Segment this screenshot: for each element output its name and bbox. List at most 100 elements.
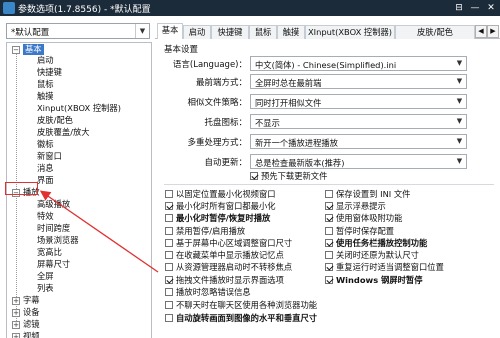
checkbox-box[interactable] xyxy=(250,172,258,180)
tab-mouse[interactable]: 鼠标 xyxy=(249,25,277,39)
option-checkbox[interactable]: 播放时忽略错误信息 xyxy=(165,287,251,298)
tree-item-scene-browser[interactable]: 场景浏览器 xyxy=(37,235,79,246)
option-checkbox[interactable]: 禁用暂停/启用播放 xyxy=(165,226,245,237)
checkbox-box[interactable] xyxy=(165,314,173,322)
tree-item-basic[interactable]: − 基本 xyxy=(12,44,44,55)
checkbox-box[interactable] xyxy=(325,190,333,198)
option-checkbox[interactable]: 最小化时暂停/恢复时播放 xyxy=(165,213,270,224)
checkbox-box[interactable] xyxy=(325,214,333,222)
checkbox-box[interactable] xyxy=(165,239,173,247)
tab-touch[interactable]: 触摸 xyxy=(277,25,305,39)
language-select[interactable]: 中文(简体) - Chinese(Simplified).ini ▼ xyxy=(250,56,467,71)
preload-update-checkbox[interactable]: 预先下载更新文件 xyxy=(250,171,327,182)
chevron-down-icon[interactable]: ▼ xyxy=(453,135,466,148)
checkbox-box[interactable] xyxy=(325,227,333,235)
checkbox-box[interactable] xyxy=(325,239,333,247)
option-checkbox[interactable]: Windows 钢屏时暂停 xyxy=(325,275,423,286)
tab-startup[interactable]: 启动 xyxy=(183,25,211,39)
profile-select[interactable]: *默认配置 ▼ xyxy=(6,23,150,39)
option-checkbox[interactable]: 暂停时保存配置 xyxy=(325,226,394,237)
checkbox-label: 播放时忽略错误信息 xyxy=(176,287,251,297)
multi-process-select[interactable]: 新开一个播放进程播放 ▼ xyxy=(250,134,467,149)
checkbox-box[interactable] xyxy=(325,276,333,284)
checkbox-box[interactable] xyxy=(165,251,173,259)
expand-icon[interactable]: + xyxy=(12,321,20,329)
tree-item-skin-overlay[interactable]: 皮肤覆盖/放大 xyxy=(37,127,90,138)
checkbox-box[interactable] xyxy=(165,263,173,271)
checkbox-box[interactable] xyxy=(325,251,333,259)
auto-update-select[interactable]: 总是检查最新版本(推荐) ▼ xyxy=(250,154,467,169)
option-checkbox[interactable]: 重复运行时适当调整窗口位置 xyxy=(325,262,444,273)
tree-item-mouse[interactable]: 鼠标 xyxy=(37,79,54,90)
tray-icon-select[interactable]: 不显示 ▼ xyxy=(250,114,467,129)
tree-item-label: 滤镜 xyxy=(23,319,40,329)
chevron-down-icon[interactable]: ▼ xyxy=(453,57,466,70)
tree-item-new-window[interactable]: 新窗口 xyxy=(37,151,62,162)
checkbox-box[interactable] xyxy=(165,202,173,210)
checkbox-box[interactable] xyxy=(165,227,173,235)
checkbox-label: 最小化时暂停/恢复时播放 xyxy=(176,213,271,223)
tree-item-messages[interactable]: 消息 xyxy=(37,163,54,174)
on-top-select[interactable]: 全屏时总在最前端 ▼ xyxy=(250,74,467,89)
tree-item-touch[interactable]: 触摸 xyxy=(37,91,54,102)
tree-item-aspect-ratio[interactable]: 宽高比 xyxy=(37,247,62,258)
expand-icon[interactable]: + xyxy=(12,297,20,305)
option-checkbox[interactable]: 不聊天时在聊天区使用各种浏览器功能 xyxy=(165,300,317,311)
tree-item-filters[interactable]: + 滤镜 xyxy=(12,319,40,330)
tab-skin[interactable]: 皮肤/配色 xyxy=(395,25,475,39)
chevron-down-icon[interactable]: ▼ xyxy=(453,95,466,108)
option-checkbox[interactable]: 从资源管理器启动时不转移焦点 xyxy=(165,262,292,273)
tree-item-playlist[interactable]: 列表 xyxy=(37,283,54,294)
close-button[interactable]: ✕ xyxy=(484,2,498,14)
chevron-down-icon[interactable]: ▼ xyxy=(453,75,466,88)
tree-item-time-span[interactable]: 时间跨度 xyxy=(37,223,70,234)
tree-item-skin[interactable]: 皮肤/配色 xyxy=(37,115,73,126)
tree-item-advanced-playback[interactable]: 高级播放 xyxy=(37,199,70,210)
tree-item-video[interactable]: + 视频 xyxy=(12,331,40,338)
option-checkbox[interactable]: 使用任务栏播放控制功能 xyxy=(325,238,427,249)
option-checkbox[interactable]: 使用窗体吸附功能 xyxy=(325,213,402,224)
tree-item-effects[interactable]: 特效 xyxy=(37,211,54,222)
chevron-down-icon[interactable]: ▼ xyxy=(453,155,466,168)
tree-item-interface[interactable]: 界面 xyxy=(37,175,54,186)
option-checkbox[interactable]: 自动旋转画面到图像的水平和垂直尺寸 xyxy=(165,313,317,324)
tree-item-startup[interactable]: 启动 xyxy=(37,55,54,66)
chevron-left-icon[interactable]: ◀ xyxy=(475,25,487,38)
tree-item-logo[interactable]: 徽标 xyxy=(37,139,54,150)
option-checkbox[interactable]: 最小化时所有窗口都最小化 xyxy=(165,201,276,212)
option-checkbox[interactable]: 拖拽文件播放时显示界面选项 xyxy=(165,275,284,286)
restore-icon[interactable]: ⊟ xyxy=(452,2,466,14)
tree-item-screen-size[interactable]: 屏幕尺寸 xyxy=(37,259,70,270)
option-checkbox[interactable]: 在收藏菜单中显示播放记忆点 xyxy=(165,250,284,261)
minimize-button[interactable]: — xyxy=(468,2,482,14)
checkbox-box[interactable] xyxy=(165,301,173,309)
expand-icon[interactable]: + xyxy=(12,309,20,317)
tab-strip: 基本 启动 快捷键 鼠标 触摸 XInput(XBOX 控制器) 皮肤/配色 ◀… xyxy=(155,23,500,39)
expand-icon[interactable]: + xyxy=(12,333,20,338)
checkbox-box[interactable] xyxy=(165,214,173,222)
option-checkbox[interactable]: 基于屏幕中心区域调整窗口尺寸 xyxy=(165,238,292,249)
chevron-down-icon[interactable]: ▼ xyxy=(135,24,149,38)
checkbox-box[interactable] xyxy=(165,190,173,198)
similar-files-select[interactable]: 同时打开相似文件 ▼ xyxy=(250,94,467,109)
tree-item-xinput[interactable]: Xinput(XBOX 控制器) xyxy=(37,103,121,114)
tree-item-fullscreen[interactable]: 全屏 xyxy=(37,271,54,282)
tree-item-subtitles[interactable]: + 字幕 xyxy=(12,295,40,306)
tab-hotkeys[interactable]: 快捷键 xyxy=(211,25,249,39)
option-checkbox[interactable]: 关闭时还原为默认尺寸 xyxy=(325,250,419,261)
tree-item-hotkeys[interactable]: 快捷键 xyxy=(37,67,62,78)
tab-xinput[interactable]: XInput(XBOX 控制器) xyxy=(305,25,395,39)
tab-basic[interactable]: 基本 xyxy=(157,23,183,39)
chevron-down-icon[interactable]: ▼ xyxy=(453,115,466,128)
checkbox-box[interactable] xyxy=(325,263,333,271)
option-checkbox[interactable]: 保存设置到 INI 文件 xyxy=(325,189,410,200)
checkbox-box[interactable] xyxy=(165,288,173,296)
option-checkbox[interactable]: 以固定位置最小化视频窗口 xyxy=(165,189,276,200)
tray-icon-select-value: 不显示 xyxy=(255,118,280,128)
checkbox-box[interactable] xyxy=(325,202,333,210)
checkbox-box[interactable] xyxy=(165,276,173,284)
collapse-icon[interactable]: − xyxy=(12,46,20,54)
option-checkbox[interactable]: 显示浮悬提示 xyxy=(325,201,386,212)
tree-item-devices[interactable]: + 设备 xyxy=(12,307,40,318)
chevron-right-icon[interactable]: ▶ xyxy=(487,25,499,38)
